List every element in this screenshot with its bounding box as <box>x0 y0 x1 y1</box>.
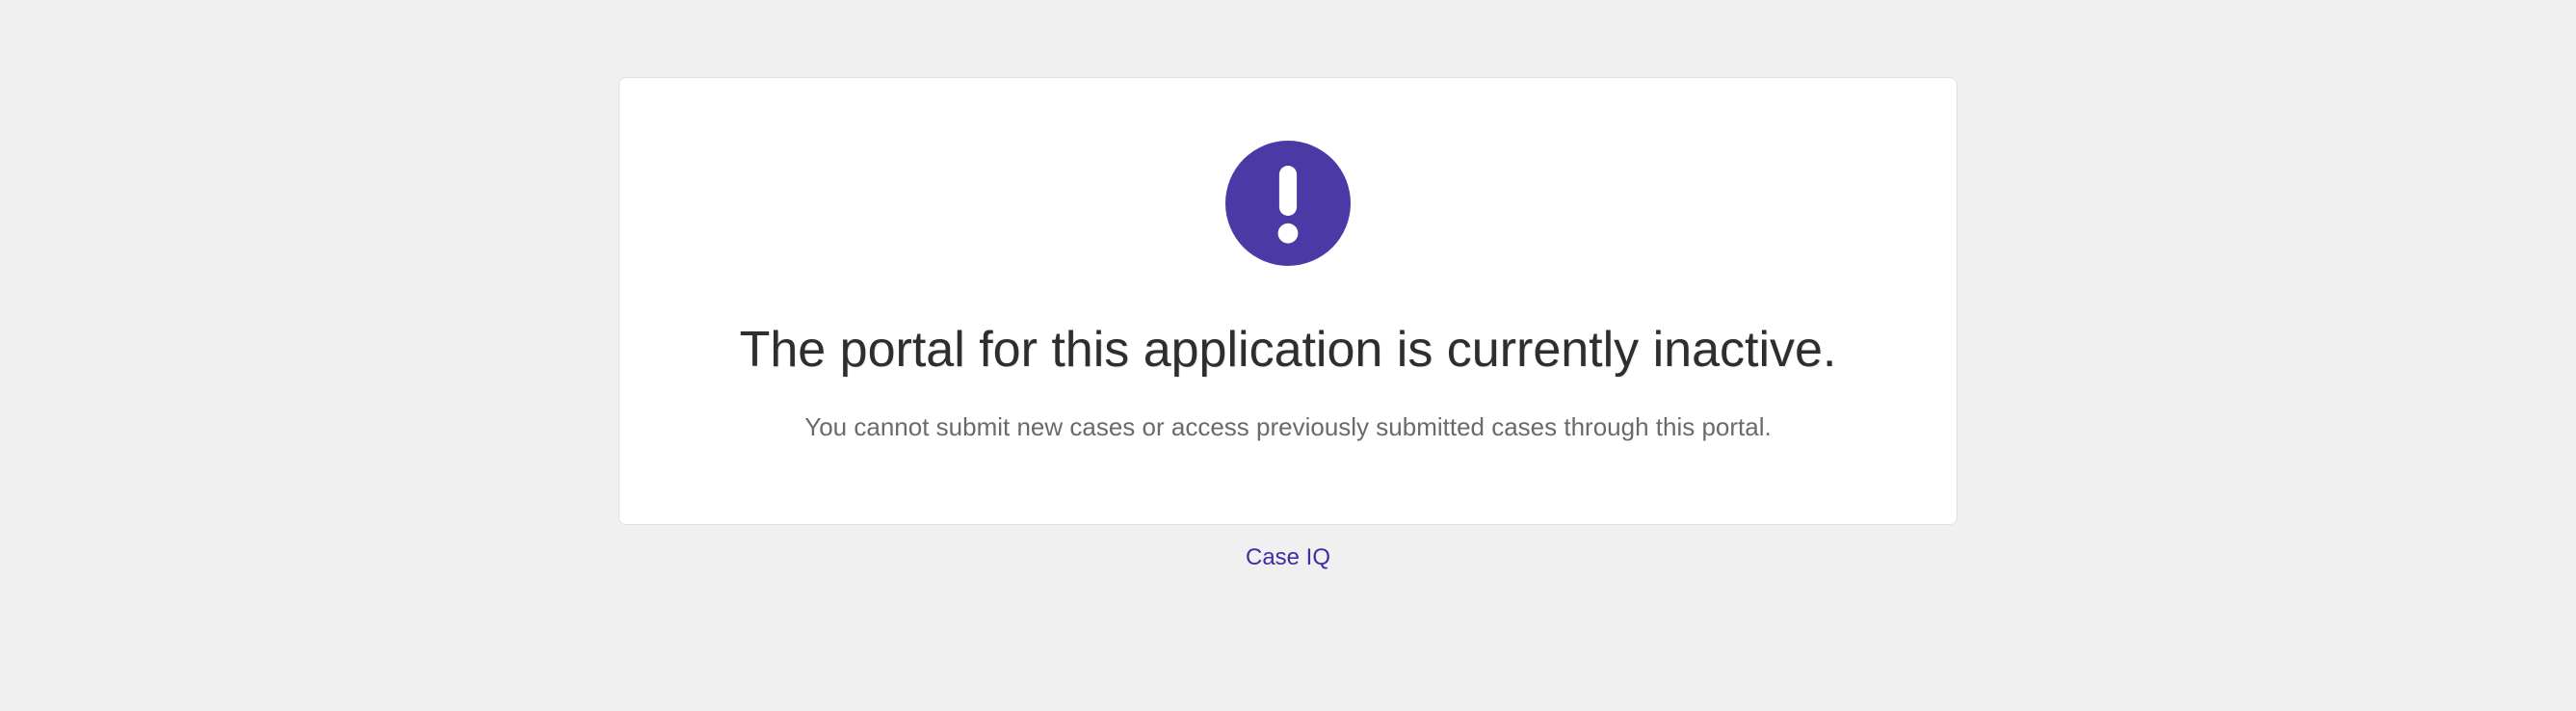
inactive-portal-card: The portal for this application is curre… <box>618 77 1958 525</box>
case-iq-link[interactable]: Case IQ <box>1246 544 1330 571</box>
exclamation-circle-icon <box>1225 141 1351 271</box>
inactive-heading: The portal for this application is curre… <box>740 319 1837 382</box>
inactive-subtext: You cannot submit new cases or access pr… <box>804 412 1771 442</box>
